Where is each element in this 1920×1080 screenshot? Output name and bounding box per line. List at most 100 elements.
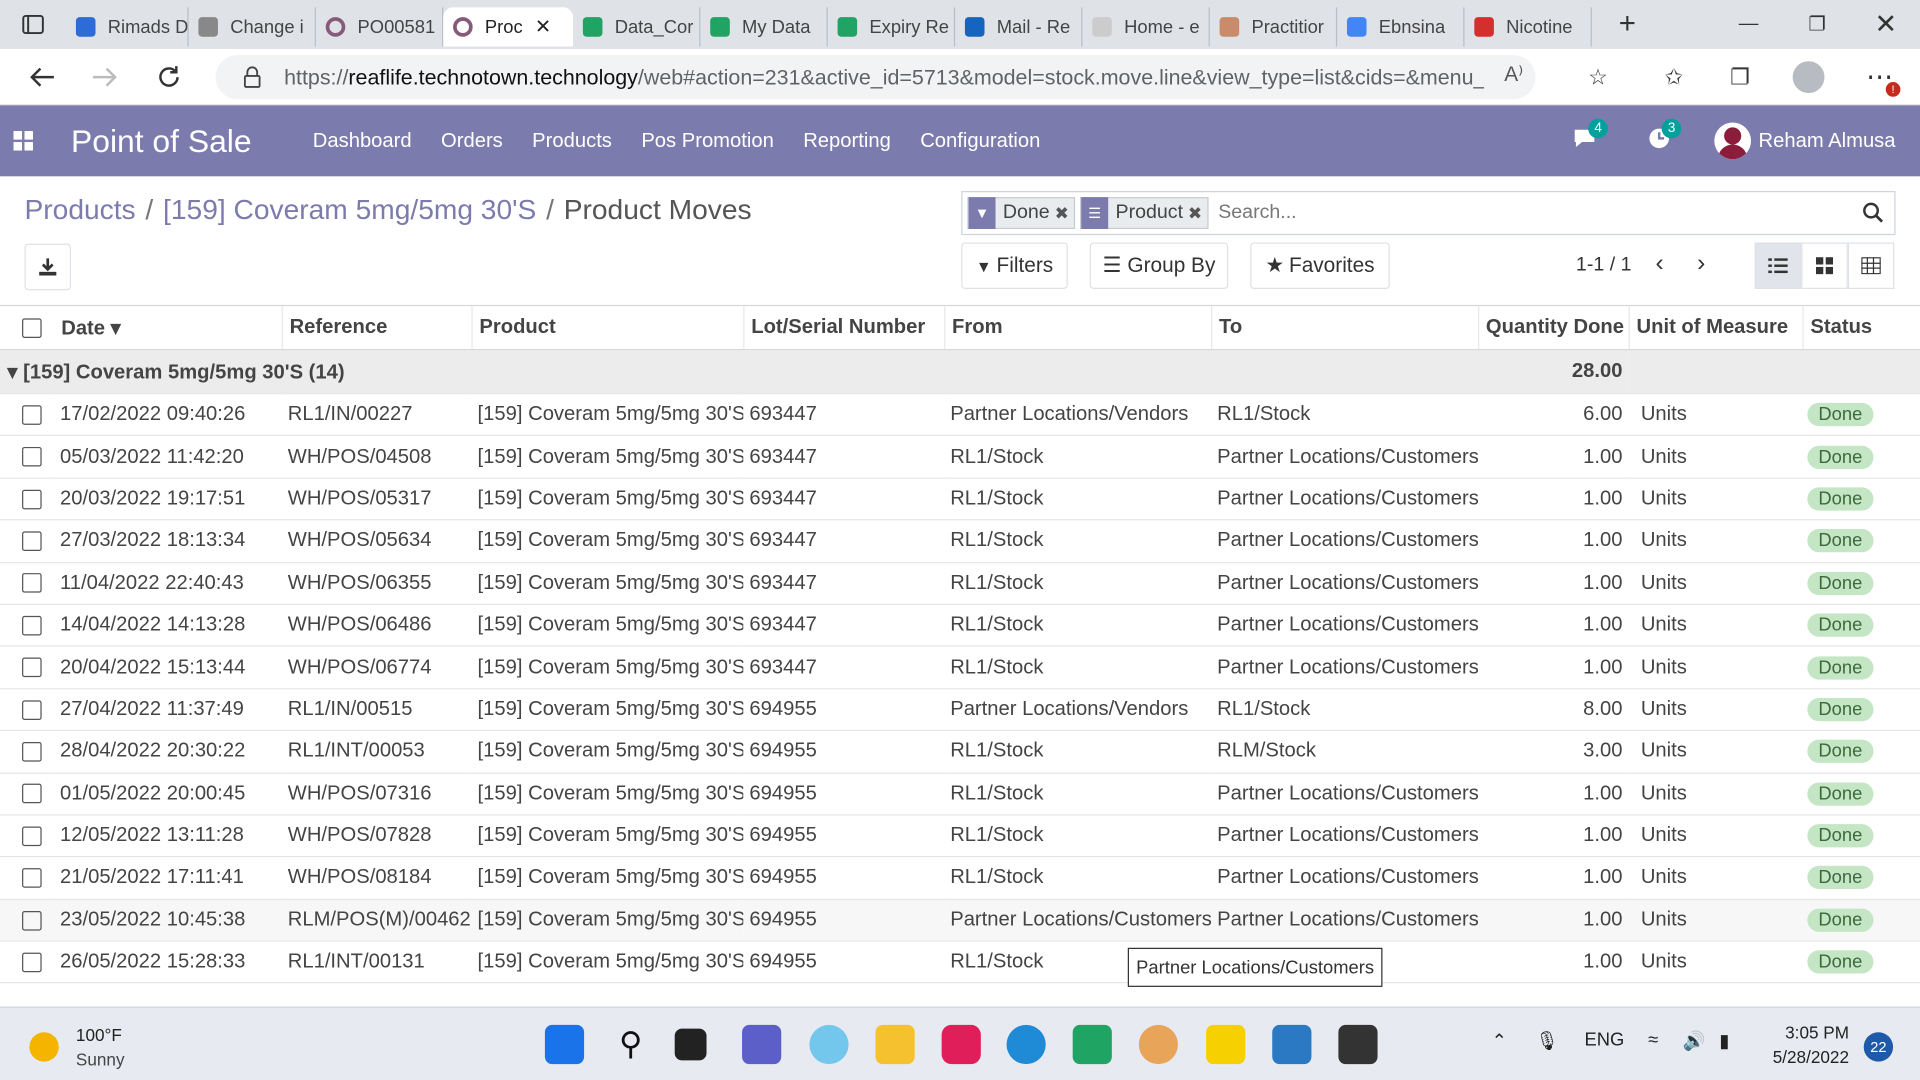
kanban-view-button[interactable] [1801,242,1848,289]
column-header-unit-of-measure[interactable]: Unit of Measure [1627,304,1803,351]
remove-facet-icon[interactable]: ✖ [1055,203,1069,224]
group-by-button[interactable]: ☰ Group By [1089,242,1229,289]
table-row[interactable]: 20/03/2022 19:17:51 WH/POS/05317 [159] Cov… [0,477,1920,521]
microphone-icon[interactable]: 🎙 [1536,1030,1559,1052]
menu-item-products[interactable]: Products [532,129,612,152]
browser-tab[interactable]: My Data [700,7,828,47]
google-drive-icon[interactable] [1072,1024,1112,1065]
select-all-checkbox[interactable] [22,317,42,338]
list-view-button[interactable] [1754,242,1802,289]
edge-icon[interactable] [1006,1024,1046,1065]
barcode-app-icon[interactable] [1338,1024,1378,1065]
menu-item-orders[interactable]: Orders [441,129,503,152]
row-checkbox[interactable] [22,615,42,636]
row-checkbox[interactable] [22,405,42,425]
browser-tab[interactable]: PO00581 [316,7,444,47]
table-row[interactable]: 01/05/2022 20:00:45 WH/POS/07316 [159] Cov… [0,772,1920,816]
url-bar[interactable]: https://reaflife.technotown.technology/w… [215,55,1536,100]
column-header-quantity-done[interactable]: Quantity Done [1477,304,1629,351]
browser-tab[interactable]: Rimads D [66,7,189,47]
table-row[interactable]: 12/05/2022 13:11:28 WH/POS/07828 [159] Cov… [0,814,1920,858]
read-aloud-icon[interactable]: A⁾ [1504,62,1523,86]
tab-actions-button[interactable] [0,0,66,49]
table-row[interactable]: 20/04/2022 15:13:44 WH/POS/06774 [159] Cov… [0,646,1920,690]
search-input[interactable]: Search... [1218,202,1296,224]
table-row[interactable]: 14/04/2022 14:13:28 WH/POS/06486 [159] Cov… [0,604,1920,647]
favorites-button[interactable]: ★ Favorites [1250,242,1390,289]
reload-button[interactable] [137,48,201,104]
search-taskbar-icon[interactable]: ⚲ [611,1025,650,1064]
browser-tab[interactable]: Home - e [1082,7,1210,47]
file-explorer-icon[interactable] [875,1024,915,1065]
collections-icon[interactable]: ❐ [1722,60,1759,94]
row-checkbox[interactable] [22,784,42,804]
restore-button[interactable]: ❐ [1783,0,1852,49]
menu-item-dashboard[interactable]: Dashboard [313,129,412,152]
browser-tab[interactable]: Practitior [1210,7,1338,47]
close-tab-icon[interactable]: ✕ [535,15,551,39]
sticky-notes-icon[interactable] [1206,1024,1246,1065]
row-checkbox[interactable] [22,741,42,762]
export-button[interactable] [24,243,72,291]
column-header-date[interactable]: Date ▾ [53,304,282,351]
row-checkbox[interactable] [22,489,42,509]
table-row[interactable]: 23/05/2022 10:45:38 RLM/POS(M)/00462 [159]… [0,899,1920,942]
avatar[interactable] [1714,122,1752,160]
browser-tab[interactable]: Ebnsina [1337,7,1465,47]
battery-icon[interactable]: ▮ [1719,1030,1729,1052]
search-icon[interactable] [1862,202,1884,224]
settings-more-icon[interactable]: ⋯! [1861,60,1901,97]
profile-icon[interactable] [1790,60,1827,94]
table-row[interactable]: 26/05/2022 15:28:33 RL1/INT/00131 [159] Co… [0,941,1920,984]
table-row[interactable]: 27/03/2022 18:13:34 WH/POS/05634 [159] Cov… [0,520,1920,563]
show-hidden-icons-icon[interactable]: ⌃ [1491,1030,1506,1052]
pager-previous-button[interactable]: ‹ [1656,250,1664,278]
column-header-product[interactable]: Product [470,304,744,351]
row-checkbox[interactable] [22,699,42,720]
menu-item-pos-promotion[interactable]: Pos Promotion [641,129,774,152]
activities-button[interactable]: 3 [1648,118,1682,155]
browser-tab[interactable]: Expiry Re [828,7,956,47]
pivot-view-button[interactable] [1847,242,1895,289]
app-icon[interactable] [1138,1024,1178,1065]
pager-next-button[interactable]: › [1697,250,1705,278]
column-header-from[interactable]: From [943,304,1212,351]
filters-button[interactable]: ▼ Filters [961,242,1068,289]
user-name[interactable]: Reham Almusa [1759,129,1896,152]
browser-tab[interactable]: Change i [189,7,316,47]
breadcrumb-products[interactable]: Products [24,193,135,225]
app-icon[interactable] [809,1024,849,1065]
column-header-reference[interactable]: Reference [281,304,472,351]
table-row[interactable]: 17/02/2022 09:40:26 RL1/IN/00227 [159] Cov… [0,393,1920,437]
row-checkbox[interactable] [22,447,42,467]
favorites-icon[interactable]: ✩ [1656,60,1693,94]
breadcrumb-product[interactable]: [159] Coveram 5mg/5mg 30'S [163,193,536,225]
browser-tab[interactable]: Mail - Re [955,7,1083,47]
table-row[interactable]: 27/04/2022 11:37:49 RL1/IN/00515 [159] Cov… [0,688,1920,732]
close-window-button[interactable]: ✕ [1851,0,1920,49]
photos-icon[interactable] [1272,1024,1312,1065]
minimize-button[interactable]: — [1714,0,1783,49]
browser-tab[interactable]: Nicotine [1465,7,1592,47]
chat-app-icon[interactable] [742,1024,782,1065]
column-header-status[interactable]: Status [1801,304,1920,351]
column-header-to[interactable]: To [1210,304,1478,351]
table-row[interactable]: 21/05/2022 17:11:41 WH/POS/08184 [159] Cov… [0,856,1920,900]
back-button[interactable] [10,48,74,104]
menu-item-configuration[interactable]: Configuration [920,129,1040,152]
weather-widget[interactable]: 100°F Sunny [29,1022,125,1071]
row-checkbox[interactable] [22,531,42,552]
browser-tab[interactable]: Proc ✕ [443,7,574,47]
clock[interactable]: 3:05 PM 5/28/2022 [1773,1020,1849,1069]
row-checkbox[interactable] [22,657,42,678]
pager-value[interactable]: 1-1 / 1 [1576,255,1632,277]
slack-icon[interactable] [941,1024,981,1065]
table-row[interactable]: 05/03/2022 11:42:20 WH/POS/04508 [159] Cov… [0,435,1920,479]
browser-tab[interactable]: Data_Cor [573,7,701,47]
add-favorite-icon[interactable]: ☆ [1580,60,1617,94]
apps-menu-button[interactable] [0,131,47,151]
task-view-icon[interactable] [674,1028,707,1061]
language-indicator[interactable]: ENG [1585,1030,1625,1051]
table-row[interactable]: 11/04/2022 22:40:43 WH/POS/06355 [159] Cov… [0,562,1920,605]
app-name[interactable]: Point of Sale [71,122,252,160]
